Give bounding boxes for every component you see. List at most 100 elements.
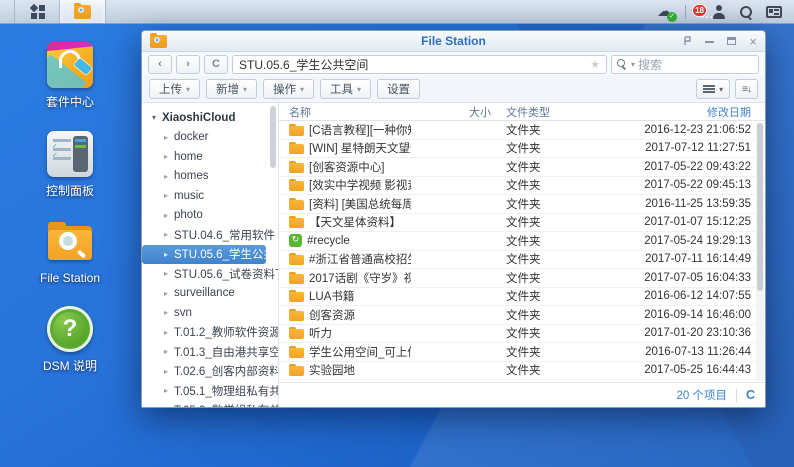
desktop-icon-dsm-help[interactable]: ? DSM 说明 <box>18 306 122 374</box>
sidebar-tree-item[interactable]: ▸T.05.2_数学组私有共享空 <box>142 401 266 408</box>
refresh-button[interactable]: C <box>204 55 228 74</box>
view-mode-button[interactable]: ▾ <box>696 79 730 99</box>
pin-window-icon[interactable] <box>682 36 692 46</box>
file-row[interactable]: 创客资源文件夹2016-09-14 16:46:00 <box>279 306 765 325</box>
tree-item-label: T.01.2_教师软件资源区 <box>174 324 279 340</box>
file-row[interactable]: ↻#recycle文件夹2017-05-24 19:29:13 <box>279 232 765 251</box>
column-header-name[interactable]: 名称 <box>279 104 411 120</box>
file-name-cell: 学生公用空间_可上传不能删除 <box>279 344 411 360</box>
file-type: 文件夹 <box>491 214 621 230</box>
sidebar-tree-item[interactable]: ▸music <box>142 186 266 206</box>
list-scrollbar-thumb[interactable] <box>757 123 763 291</box>
search-input[interactable]: ▾ 搜索 <box>611 55 759 74</box>
tree-expand-icon[interactable]: ▸ <box>162 152 170 161</box>
sidebar-tree-item[interactable]: ▸surveillance <box>142 284 266 304</box>
file-name: 【天文星体资料】 【入门手册】 <box>309 214 411 230</box>
sidebar-tree-item[interactable]: ▸T.01.2_教师软件资源区 <box>142 323 266 343</box>
tree-expand-icon[interactable]: ▸ <box>162 347 170 356</box>
taskbar-file-station-button[interactable] <box>60 0 106 23</box>
file-row[interactable]: 听力文件夹2017-01-20 23:10:36 <box>279 325 765 344</box>
sidebar-tree-item[interactable]: ▸STU.05.6_学生公共空间 <box>142 245 266 265</box>
sidebar-tree-item[interactable]: ▸T.02.6_创客内部资料 <box>142 362 266 382</box>
sidebar-tree-item[interactable]: ▸svn <box>142 303 266 323</box>
toolbar-button-upload[interactable]: 上传▾ <box>149 79 200 99</box>
sidebar-tree-item[interactable]: ▸homes <box>142 167 266 187</box>
sidebar-scrollbar[interactable] <box>270 106 276 168</box>
tree-collapse-icon[interactable]: ▾ <box>150 113 158 122</box>
file-row[interactable]: 【天文星体资料】 【入门手册】文件夹2017-01-07 15:12:25 <box>279 214 765 233</box>
tree-expand-icon[interactable]: ▸ <box>162 367 170 376</box>
tree-expand-icon[interactable]: ▸ <box>162 250 170 259</box>
sidebar-tree-item[interactable]: ▸T.05.1_物理组私有共享空 <box>142 381 266 401</box>
tree-expand-icon[interactable]: ▸ <box>162 386 170 395</box>
file-row[interactable]: 2017话剧《守岁》视频原文件文件夹2017-07-05 16:04:33 <box>279 269 765 288</box>
tree-expand-icon[interactable]: ▸ <box>162 191 170 200</box>
file-type: 文件夹 <box>491 307 621 323</box>
close-icon[interactable]: × <box>749 35 757 48</box>
widgets-button[interactable] <box>766 6 782 18</box>
forward-button[interactable]: › <box>176 55 200 74</box>
column-header-date[interactable]: 修改日期 <box>621 104 753 120</box>
file-modified-date: 2017-05-22 09:45:13 <box>621 179 753 191</box>
file-modified-date: 2017-01-20 23:10:36 <box>621 327 753 339</box>
sidebar-tree-item[interactable]: ▸home <box>142 147 266 167</box>
tree-expand-icon[interactable]: ▸ <box>162 211 170 220</box>
sidebar-tree-item[interactable]: ▸STU.05.6_试卷资料下载 <box>142 264 266 284</box>
search-icon <box>617 59 628 70</box>
sidebar-tree-item[interactable]: ▸docker <box>142 128 266 148</box>
search-options-caret-icon[interactable]: ▾ <box>631 60 635 69</box>
back-button[interactable]: ‹ <box>148 55 172 74</box>
tree-expand-icon[interactable]: ▸ <box>162 230 170 239</box>
tree-expand-icon[interactable]: ▸ <box>162 308 170 317</box>
folder-icon <box>289 161 304 173</box>
minimize-icon[interactable] <box>705 40 714 43</box>
tree-expand-icon[interactable]: ▸ <box>162 406 170 407</box>
favorite-star-icon[interactable]: ★ <box>590 58 600 71</box>
sidebar-tree-item[interactable]: ▸STU.04.6_常用软件 <box>142 225 266 245</box>
toolbar-button-label: 上传 <box>159 81 182 97</box>
sort-button[interactable]: ≡↓ <box>735 79 758 99</box>
toolbar-button-tools[interactable]: 工具▾ <box>320 79 371 99</box>
user-menu-button[interactable] <box>712 5 726 19</box>
list-scrollbar-track[interactable] <box>756 122 764 381</box>
sidebar-tree-item[interactable]: ▸photo <box>142 206 266 226</box>
file-row[interactable]: 实验园地文件夹2017-05-25 16:44:43 <box>279 362 765 381</box>
toolbar-button-settings[interactable]: 设置 <box>377 79 420 99</box>
file-row[interactable]: [创客资源中心]文件夹2017-05-22 09:43:22 <box>279 158 765 177</box>
main-menu-button[interactable] <box>14 0 60 23</box>
tree-expand-icon[interactable]: ▸ <box>162 328 170 337</box>
folder-icon <box>289 309 304 321</box>
folder-icon <box>289 290 304 302</box>
column-header-size[interactable]: 大小 <box>411 104 491 120</box>
file-type: 文件夹 <box>491 196 621 212</box>
window-titlebar[interactable]: File Station × <box>142 31 765 52</box>
cloud-sync-button[interactable]: ☁ ✓ <box>657 4 672 19</box>
file-row[interactable]: [C语言教程][一种你知道的第N+...文件夹2016-12-23 21:06:… <box>279 121 765 140</box>
desktop-icon-control-panel[interactable]: 控制面板 <box>18 131 122 199</box>
file-row[interactable]: [WIN] 星特朗天文望远镜CD软件文件夹2017-07-12 11:27:51 <box>279 140 765 159</box>
toolbar-button-action[interactable]: 操作▾ <box>263 79 314 99</box>
tree-item-label: STU.04.6_常用软件 <box>174 227 275 243</box>
tree-expand-icon[interactable]: ▸ <box>162 133 170 142</box>
sidebar-tree-item[interactable]: ▾XiaoshiCloud <box>142 108 266 128</box>
path-input[interactable]: STU.05.6_学生公共空间 ★ <box>232 55 607 74</box>
tree-expand-icon[interactable]: ▸ <box>162 289 170 298</box>
desktop-icon-package-center[interactable]: 套件中心 <box>18 42 122 110</box>
maximize-icon[interactable] <box>727 37 736 45</box>
file-row[interactable]: #浙江省普通高校招生投档及分数...文件夹2017-07-11 16:14:49 <box>279 251 765 270</box>
file-row[interactable]: [效实中学视频 影视素材 锦集] [...文件夹2017-05-22 09:45… <box>279 177 765 196</box>
search-button[interactable] <box>739 5 753 19</box>
tree-expand-icon[interactable]: ▸ <box>162 269 170 278</box>
file-row[interactable]: 学生公用空间_可上传不能删除文件夹2016-07-13 11:26:44 <box>279 343 765 362</box>
sidebar-tree-item[interactable]: ▸T.01.3_自由港共享空间 <box>142 342 266 362</box>
desktop-icon-file-station[interactable]: File Station <box>18 220 122 285</box>
file-row[interactable]: [资料] [美国总统每周演讲 he Pr...文件夹2016-11-25 13:… <box>279 195 765 214</box>
list-header-row: 名称 大小 文件类型 修改日期 <box>279 103 765 121</box>
tree-expand-icon[interactable]: ▸ <box>162 172 170 181</box>
refresh-list-icon[interactable]: C <box>746 388 755 402</box>
file-row[interactable]: LUA书籍文件夹2016-06-12 14:07:55 <box>279 288 765 307</box>
toolbar-button-create[interactable]: 新增▾ <box>206 79 257 99</box>
folder-tree-sidebar: ▾XiaoshiCloud▸docker▸home▸homes▸music▸ph… <box>142 103 279 407</box>
column-header-type[interactable]: 文件类型 <box>491 104 621 120</box>
tree-item-label: T.01.3_自由港共享空间 <box>174 344 279 360</box>
